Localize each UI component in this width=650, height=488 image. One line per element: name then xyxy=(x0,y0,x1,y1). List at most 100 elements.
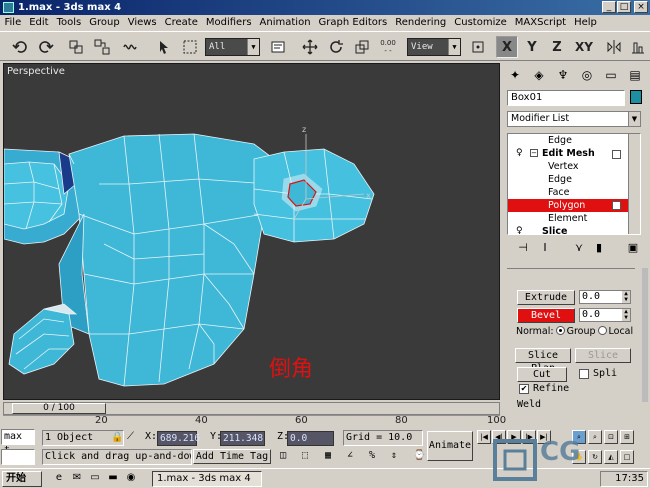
stack-item-slice[interactable]: Slice xyxy=(508,225,628,234)
pin-stack-icon[interactable]: ⊣ xyxy=(515,241,531,257)
ie-icon[interactable]: e xyxy=(52,472,66,486)
spinner-snap-icon[interactable]: ⇕ xyxy=(391,450,397,461)
menu-edit[interactable]: Edit xyxy=(26,15,52,31)
stack-item-edge[interactable]: Edge xyxy=(508,173,628,186)
track-bar-ruler[interactable]: 20 40 60 80 100 xyxy=(3,415,506,427)
maxscript-listener[interactable]: max t xyxy=(1,429,35,456)
maximize-button[interactable]: □ xyxy=(617,1,631,13)
cut-button[interactable]: Cut xyxy=(517,367,567,382)
collapse-icon[interactable]: − xyxy=(530,149,538,157)
motion-tab-icon[interactable]: ◎ xyxy=(577,65,597,85)
outlook-icon[interactable]: ✉ xyxy=(70,472,84,486)
min-max-toggle-icon[interactable]: □ xyxy=(620,450,634,464)
modifier-stack[interactable]: Edge Edit Mesh ♀ − Vertex Edge Face Poly… xyxy=(507,133,641,235)
menu-maxscript[interactable]: MAXScript xyxy=(511,15,569,31)
z-coord-field[interactable]: 0.0 xyxy=(287,431,334,446)
modifier-list-dropdown[interactable]: Modifier List ▼ xyxy=(507,111,641,127)
local-radio[interactable] xyxy=(597,326,607,335)
bind-space-warp-icon[interactable] xyxy=(120,37,140,57)
object-color-swatch[interactable] xyxy=(630,90,642,104)
select-object-icon[interactable] xyxy=(154,37,174,57)
degradation-override-icon[interactable]: ⬚ xyxy=(302,450,308,461)
utilities-tab-icon[interactable]: ▤ xyxy=(625,65,645,85)
align-icon[interactable] xyxy=(628,37,648,57)
stack-item-element[interactable]: Element xyxy=(508,212,628,225)
axis-z-button[interactable]: Z xyxy=(546,36,568,58)
redo-icon[interactable] xyxy=(36,37,56,57)
slice-button[interactable]: Slice xyxy=(575,348,631,363)
time-config-icon[interactable]: ⌚ xyxy=(413,450,425,461)
start-button[interactable]: 开始 xyxy=(2,471,42,487)
reference-coord-dropdown[interactable]: View ▼ xyxy=(407,38,461,56)
refine-checkbox[interactable]: ✔ xyxy=(519,384,529,394)
panel-scrollbar[interactable] xyxy=(642,268,648,402)
selection-filter-dropdown[interactable]: All ▼ xyxy=(205,38,260,56)
zoom-extents-all-icon[interactable]: ⊞ xyxy=(620,430,634,444)
percent-snap-icon[interactable]: % xyxy=(369,450,375,461)
axis-x-button[interactable]: X xyxy=(496,36,518,58)
axis-y-button[interactable]: Y xyxy=(521,36,543,58)
spinner-arrows-icon[interactable]: ▲ ▼ xyxy=(622,291,630,303)
lightbulb-icon[interactable]: ♀ xyxy=(516,226,523,234)
show-end-result-box[interactable] xyxy=(612,150,621,159)
configure-sets-icon[interactable]: ▣ xyxy=(625,241,641,257)
group-radio[interactable] xyxy=(555,326,565,335)
show-end-result-icon[interactable]: Ι xyxy=(537,241,553,257)
axis-xy-button[interactable]: XY xyxy=(573,36,595,58)
stack-item-face[interactable]: Face xyxy=(508,186,628,199)
menu-rendering[interactable]: Rendering xyxy=(392,15,450,31)
folder-icon[interactable]: ▬ xyxy=(106,472,120,486)
menu-file[interactable]: File xyxy=(1,15,25,31)
menu-views[interactable]: Views xyxy=(124,15,160,31)
spinner-arrows-icon[interactable]: ▲ ▼ xyxy=(622,309,630,321)
menu-modifiers[interactable]: Modifiers xyxy=(202,15,255,31)
menu-animation[interactable]: Animation xyxy=(256,15,314,31)
stack-item-polygon[interactable]: Polygon xyxy=(508,199,628,212)
slice-plane-button[interactable]: Slice Plan xyxy=(515,348,571,374)
angle-snap-icon[interactable]: ∠ xyxy=(347,450,353,461)
stack-scrollbar[interactable] xyxy=(628,134,640,234)
display-tab-icon[interactable]: ▭ xyxy=(601,65,621,85)
desktop-icon[interactable]: ▭ xyxy=(88,472,102,486)
time-slider-thumb[interactable]: 0 / 100 xyxy=(12,403,106,414)
next-frame-icon[interactable]: |▶ xyxy=(522,430,536,444)
stack-item-edit-mesh[interactable]: Edit Mesh xyxy=(508,147,628,160)
stack-item-edge-top[interactable]: Edge xyxy=(508,134,628,147)
select-and-link-icon[interactable] xyxy=(66,37,86,57)
hierarchy-tab-icon[interactable]: ♆ xyxy=(553,65,573,85)
stack-item-vertex[interactable]: Vertex xyxy=(508,160,628,173)
previous-frame-icon[interactable]: ◀| xyxy=(492,430,506,444)
rectangular-selection-icon[interactable] xyxy=(180,37,200,57)
lock-selection-icon[interactable]: 🔒 xyxy=(111,432,123,443)
menu-group[interactable]: Group xyxy=(86,15,123,31)
minimize-button[interactable]: _ xyxy=(602,1,616,13)
play-icon[interactable]: ▶ xyxy=(507,430,521,444)
maxscript-mini-listener[interactable] xyxy=(1,449,35,465)
zoom-icon[interactable]: ⌕ xyxy=(572,430,586,444)
media-icon[interactable]: ◉ xyxy=(124,472,138,486)
add-time-tag-button[interactable]: Add Time Tag xyxy=(193,449,271,464)
scale-icon[interactable] xyxy=(352,37,372,57)
undo-icon[interactable] xyxy=(10,37,30,57)
task-3dsmax[interactable]: 1.max - 3ds max 4 xyxy=(152,471,262,487)
bevel-button[interactable]: Bevel xyxy=(517,308,575,323)
time-slider[interactable]: 0 / 100 xyxy=(3,402,500,415)
move-icon[interactable] xyxy=(300,37,320,57)
extrude-button[interactable]: Extrude xyxy=(517,290,575,305)
arc-rotate-icon[interactable]: ↻ xyxy=(588,450,602,464)
make-unique-icon[interactable]: ⋎ xyxy=(571,241,587,257)
numeric-entry-icon[interactable]: 0.00- - xyxy=(378,37,398,57)
object-name-field[interactable]: Box01 xyxy=(507,90,625,106)
y-coord-field[interactable]: 211.348 xyxy=(220,431,265,446)
rotate-icon[interactable] xyxy=(326,37,346,57)
go-to-end-icon[interactable]: ▶| xyxy=(537,430,551,444)
polygon-toggle-box[interactable] xyxy=(612,201,621,210)
create-tab-icon[interactable]: ✦ xyxy=(505,65,525,85)
transform-mode-icon[interactable]: ⟋ xyxy=(127,431,134,442)
pivot-center-icon[interactable] xyxy=(468,37,488,57)
extrude-spinner[interactable]: 0.0 ▲ ▼ xyxy=(579,290,631,304)
zoom-all-icon[interactable]: ⌕ xyxy=(588,430,602,444)
x-coord-field[interactable]: 689.216 xyxy=(157,431,200,446)
mirror-icon[interactable] xyxy=(604,37,624,57)
perspective-viewport[interactable]: z x Perspective 倒角 xyxy=(3,63,500,400)
